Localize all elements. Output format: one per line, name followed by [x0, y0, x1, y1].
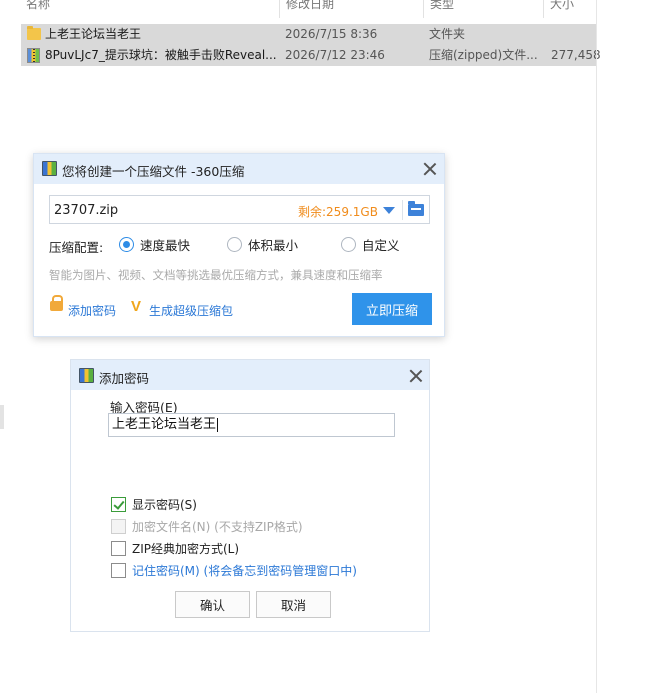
column-separator[interactable] — [279, 0, 280, 18]
checkbox-disabled-icon[interactable] — [111, 518, 126, 534]
compress-dialog-title: 您将创建一个压缩文件 -360压缩 — [62, 164, 245, 179]
radio-label: 体积最小 — [248, 237, 299, 253]
confirm-button[interactable]: 确认 — [175, 591, 250, 618]
file-size — [551, 24, 601, 45]
lock-icon[interactable] — [50, 295, 63, 311]
text-caret — [217, 417, 219, 432]
radio-smallest[interactable]: 体积最小 — [227, 235, 298, 253]
cancel-button[interactable]: 取消 — [256, 591, 331, 618]
file-date: 2026/7/12 23:46 — [285, 48, 385, 62]
browse-folder-icon[interactable] — [408, 201, 424, 216]
close-icon[interactable] — [408, 368, 424, 384]
column-header-size[interactable]: 大小 — [550, 0, 590, 14]
folder-icon — [27, 26, 41, 40]
file-name: 8PuvLJc7_提示球坑：被触手击败Reveal... — [45, 48, 277, 62]
zip-file-icon — [27, 48, 40, 63]
zip-classic-encryption-checkbox[interactable]: ZIP经典加密方式(L) — [111, 540, 239, 556]
file-row-folder[interactable]: 上老王论坛当老王 2026/7/15 8:36 文件夹 — [21, 24, 596, 45]
radio-icon[interactable] — [227, 236, 242, 252]
archive-filename[interactable]: 23707.zip — [54, 203, 118, 218]
compress-hint-text: 智能为图片、视频、文档等挑选最优压缩方式，兼具速度和压缩率 — [49, 268, 383, 282]
encrypt-filename-checkbox[interactable]: 加密文件名(N) (不支持ZIP格式) — [111, 518, 303, 534]
checkbox-checked-icon[interactable] — [111, 496, 126, 512]
checkbox-icon[interactable] — [111, 562, 126, 578]
pane-divider — [596, 0, 597, 693]
file-type: 压缩(zipped)文件... — [429, 48, 538, 62]
compress-config-label: 压缩配置: — [49, 240, 104, 255]
add-password-link[interactable]: 添加密码 — [68, 302, 116, 319]
column-separator[interactable] — [423, 0, 424, 18]
password-dialog-titlebar[interactable]: 添加密码 — [71, 360, 429, 390]
add-password-dialog: 添加密码 输入密码(E) 上老王论坛当老王 显示密码(S) 加密文件名(N) (… — [70, 359, 430, 632]
360zip-app-icon — [42, 161, 57, 176]
file-row-zip[interactable]: 8PuvLJc7_提示球坑：被触手击败Reveal... 2026/7/12 2… — [21, 45, 601, 66]
show-password-checkbox[interactable]: 显示密码(S) — [111, 496, 197, 512]
column-header-name[interactable]: 名称 — [26, 0, 86, 14]
checkbox-label: 记住密码(M) (将会备忘到密码管理窗口中) — [132, 563, 357, 578]
file-date: 2026/7/15 8:36 — [285, 27, 378, 41]
radio-custom[interactable]: 自定义 — [341, 235, 400, 253]
compress-now-button[interactable]: 立即压缩 — [352, 293, 432, 325]
radio-label: 自定义 — [362, 237, 400, 253]
360zip-app-icon — [79, 368, 94, 383]
compress-dialog-titlebar[interactable]: 您将创建一个压缩文件 -360压缩 — [34, 154, 444, 184]
password-dialog-title: 添加密码 — [99, 371, 150, 386]
checkbox-label: 显示密码(S) — [132, 497, 197, 512]
checkbox-icon[interactable] — [111, 540, 126, 556]
remember-password-checkbox[interactable]: 记住密码(M) (将会备忘到密码管理窗口中) — [111, 562, 357, 578]
column-header-type[interactable]: 类型 — [430, 0, 490, 14]
archive-filename-field[interactable]: 23707.zip 剩余:259.1GB — [49, 195, 430, 224]
left-pane-selection — [0, 405, 4, 429]
password-value: 上老王论坛当老王 — [112, 417, 217, 432]
super-pack-link[interactable]: 生成超级压缩包 — [149, 302, 233, 319]
radio-label: 速度最快 — [140, 237, 191, 253]
column-separator[interactable] — [543, 0, 544, 18]
file-name: 上老王论坛当老王 — [45, 27, 142, 41]
checkbox-label: ZIP经典加密方式(L) — [132, 541, 240, 556]
file-type: 文件夹 — [429, 27, 466, 41]
dropdown-arrow-icon[interactable] — [383, 207, 395, 214]
compress-dialog: 您将创建一个压缩文件 -360压缩 23707.zip 剩余:259.1GB 压… — [33, 153, 445, 337]
free-space-label: 剩余:259.1GB — [298, 205, 378, 219]
radio-selected-icon[interactable] — [119, 236, 134, 252]
file-size: 277,458 — [551, 48, 601, 62]
close-icon[interactable] — [422, 161, 438, 177]
radio-icon[interactable] — [341, 236, 356, 252]
vip-v-icon: V — [131, 298, 142, 315]
field-divider — [402, 200, 403, 220]
column-header-date[interactable]: 修改日期 — [286, 0, 366, 14]
password-input[interactable]: 上老王论坛当老王 — [108, 413, 395, 437]
checkbox-label: 加密文件名(N) (不支持ZIP格式) — [132, 519, 303, 534]
radio-fastest[interactable]: 速度最快 — [119, 235, 190, 253]
